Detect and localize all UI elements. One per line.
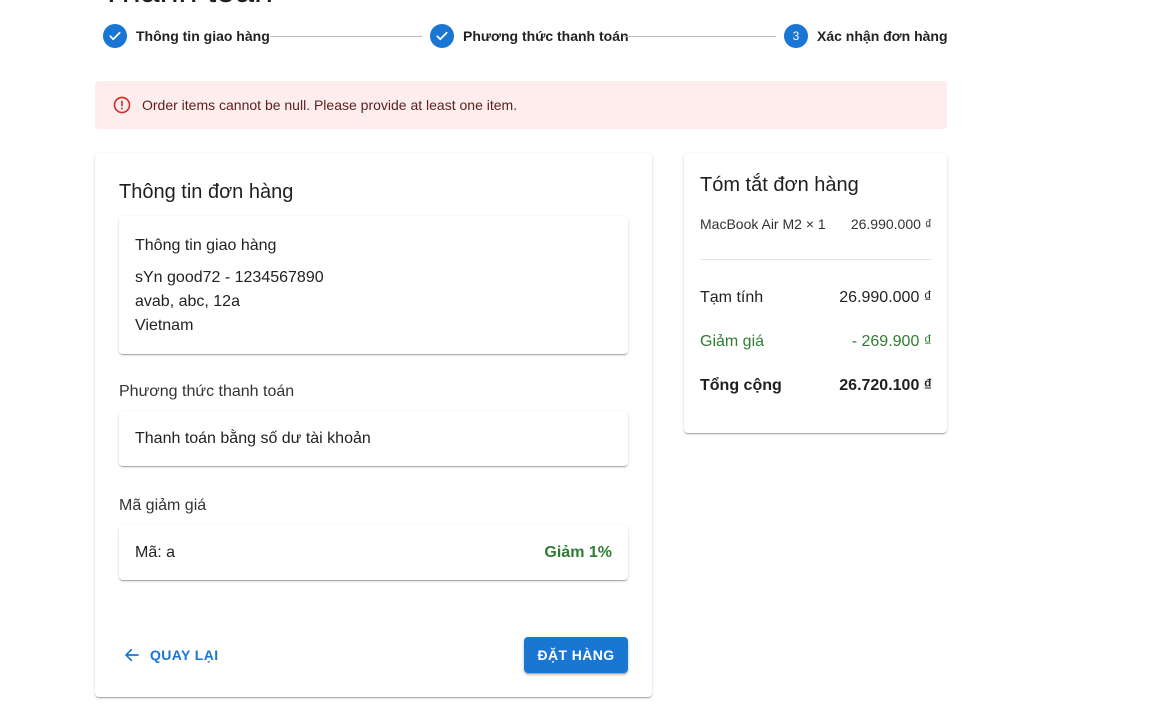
step-label: Thông tin giao hàng [136, 28, 270, 44]
total-label: Tổng cộng [700, 377, 782, 394]
checkout-stepper: Thông tin giao hàng Phương thức thanh to… [103, 24, 948, 50]
payment-method-text: Thanh toán bằng số dư tài khoản [135, 430, 371, 447]
check-icon [430, 24, 454, 48]
error-outline-icon [112, 95, 132, 115]
arrow-left-icon [123, 646, 141, 664]
subtotal-label: Tạm tính [700, 289, 764, 306]
step-number-badge: 3 [784, 24, 808, 48]
shipping-info-card: Thông tin giao hàng sYn good72 - 1234567… [119, 216, 628, 354]
payment-heading: Phương thức thanh toán [119, 383, 295, 400]
back-button-label: QUAY LẠI [150, 647, 219, 663]
back-button[interactable]: QUAY LẠI [119, 637, 223, 673]
step-order-confirm[interactable]: 3 Xác nhận đơn hàng [784, 24, 948, 48]
payment-method-card: Thanh toán bằng số dư tài khoản [119, 411, 628, 466]
step-connector [624, 36, 776, 37]
total-value: 26.720.100 ₫ [839, 377, 932, 394]
discount-card: Mã: a Giảm 1% [119, 525, 628, 580]
subtotal-row: Tạm tính 26.990.000 ₫ [700, 289, 932, 307]
discount-heading: Mã giảm giá [119, 497, 207, 514]
place-order-button[interactable]: ĐẶT HÀNG [524, 637, 628, 673]
shipping-address: avab, abc, 12a [135, 293, 240, 310]
step-shipping-info[interactable]: Thông tin giao hàng [103, 24, 270, 48]
step-label: Phương thức thanh toán [463, 28, 629, 44]
order-summary-card: Tóm tắt đơn hàng MacBook Air M2 × 1 26.9… [684, 153, 947, 433]
summary-title: Tóm tắt đơn hàng [700, 174, 859, 196]
page-title: Thanh toán [101, 0, 273, 8]
total-row: Tổng cộng 26.720.100 ₫ [700, 377, 932, 395]
discount-row: Giảm giá - 269.900 ₫ [700, 333, 932, 351]
check-icon [103, 24, 127, 48]
summary-item-row: MacBook Air M2 × 1 26.990.000 ₫ [700, 216, 932, 232]
summary-item-price: 26.990.000 ₫ [850, 216, 932, 232]
order-info-card: Thông tin đơn hàng Thông tin giao hàng s… [95, 153, 652, 697]
error-alert: Order items cannot be null. Please provi… [95, 81, 947, 129]
shipping-heading: Thông tin giao hàng [135, 237, 277, 254]
step-label: Xác nhận đơn hàng [817, 28, 948, 44]
summary-divider [700, 259, 932, 260]
shipping-name-phone: sYn good72 - 1234567890 [135, 269, 324, 286]
discount-value: Giảm 1% [544, 544, 612, 561]
discount-code: Mã: a [135, 544, 176, 561]
discount-label: Giảm giá [700, 333, 765, 350]
shipping-country: Vietnam [135, 317, 194, 334]
discount-amount: - 269.900 ₫ [851, 333, 932, 350]
alert-message: Order items cannot be null. Please provi… [142, 97, 518, 113]
subtotal-value: 26.990.000 ₫ [839, 289, 932, 306]
step-connector [270, 36, 422, 37]
step-payment-method[interactable]: Phương thức thanh toán [430, 24, 629, 48]
order-info-title: Thông tin đơn hàng [119, 181, 294, 203]
summary-item-name: MacBook Air M2 × 1 [700, 216, 826, 232]
